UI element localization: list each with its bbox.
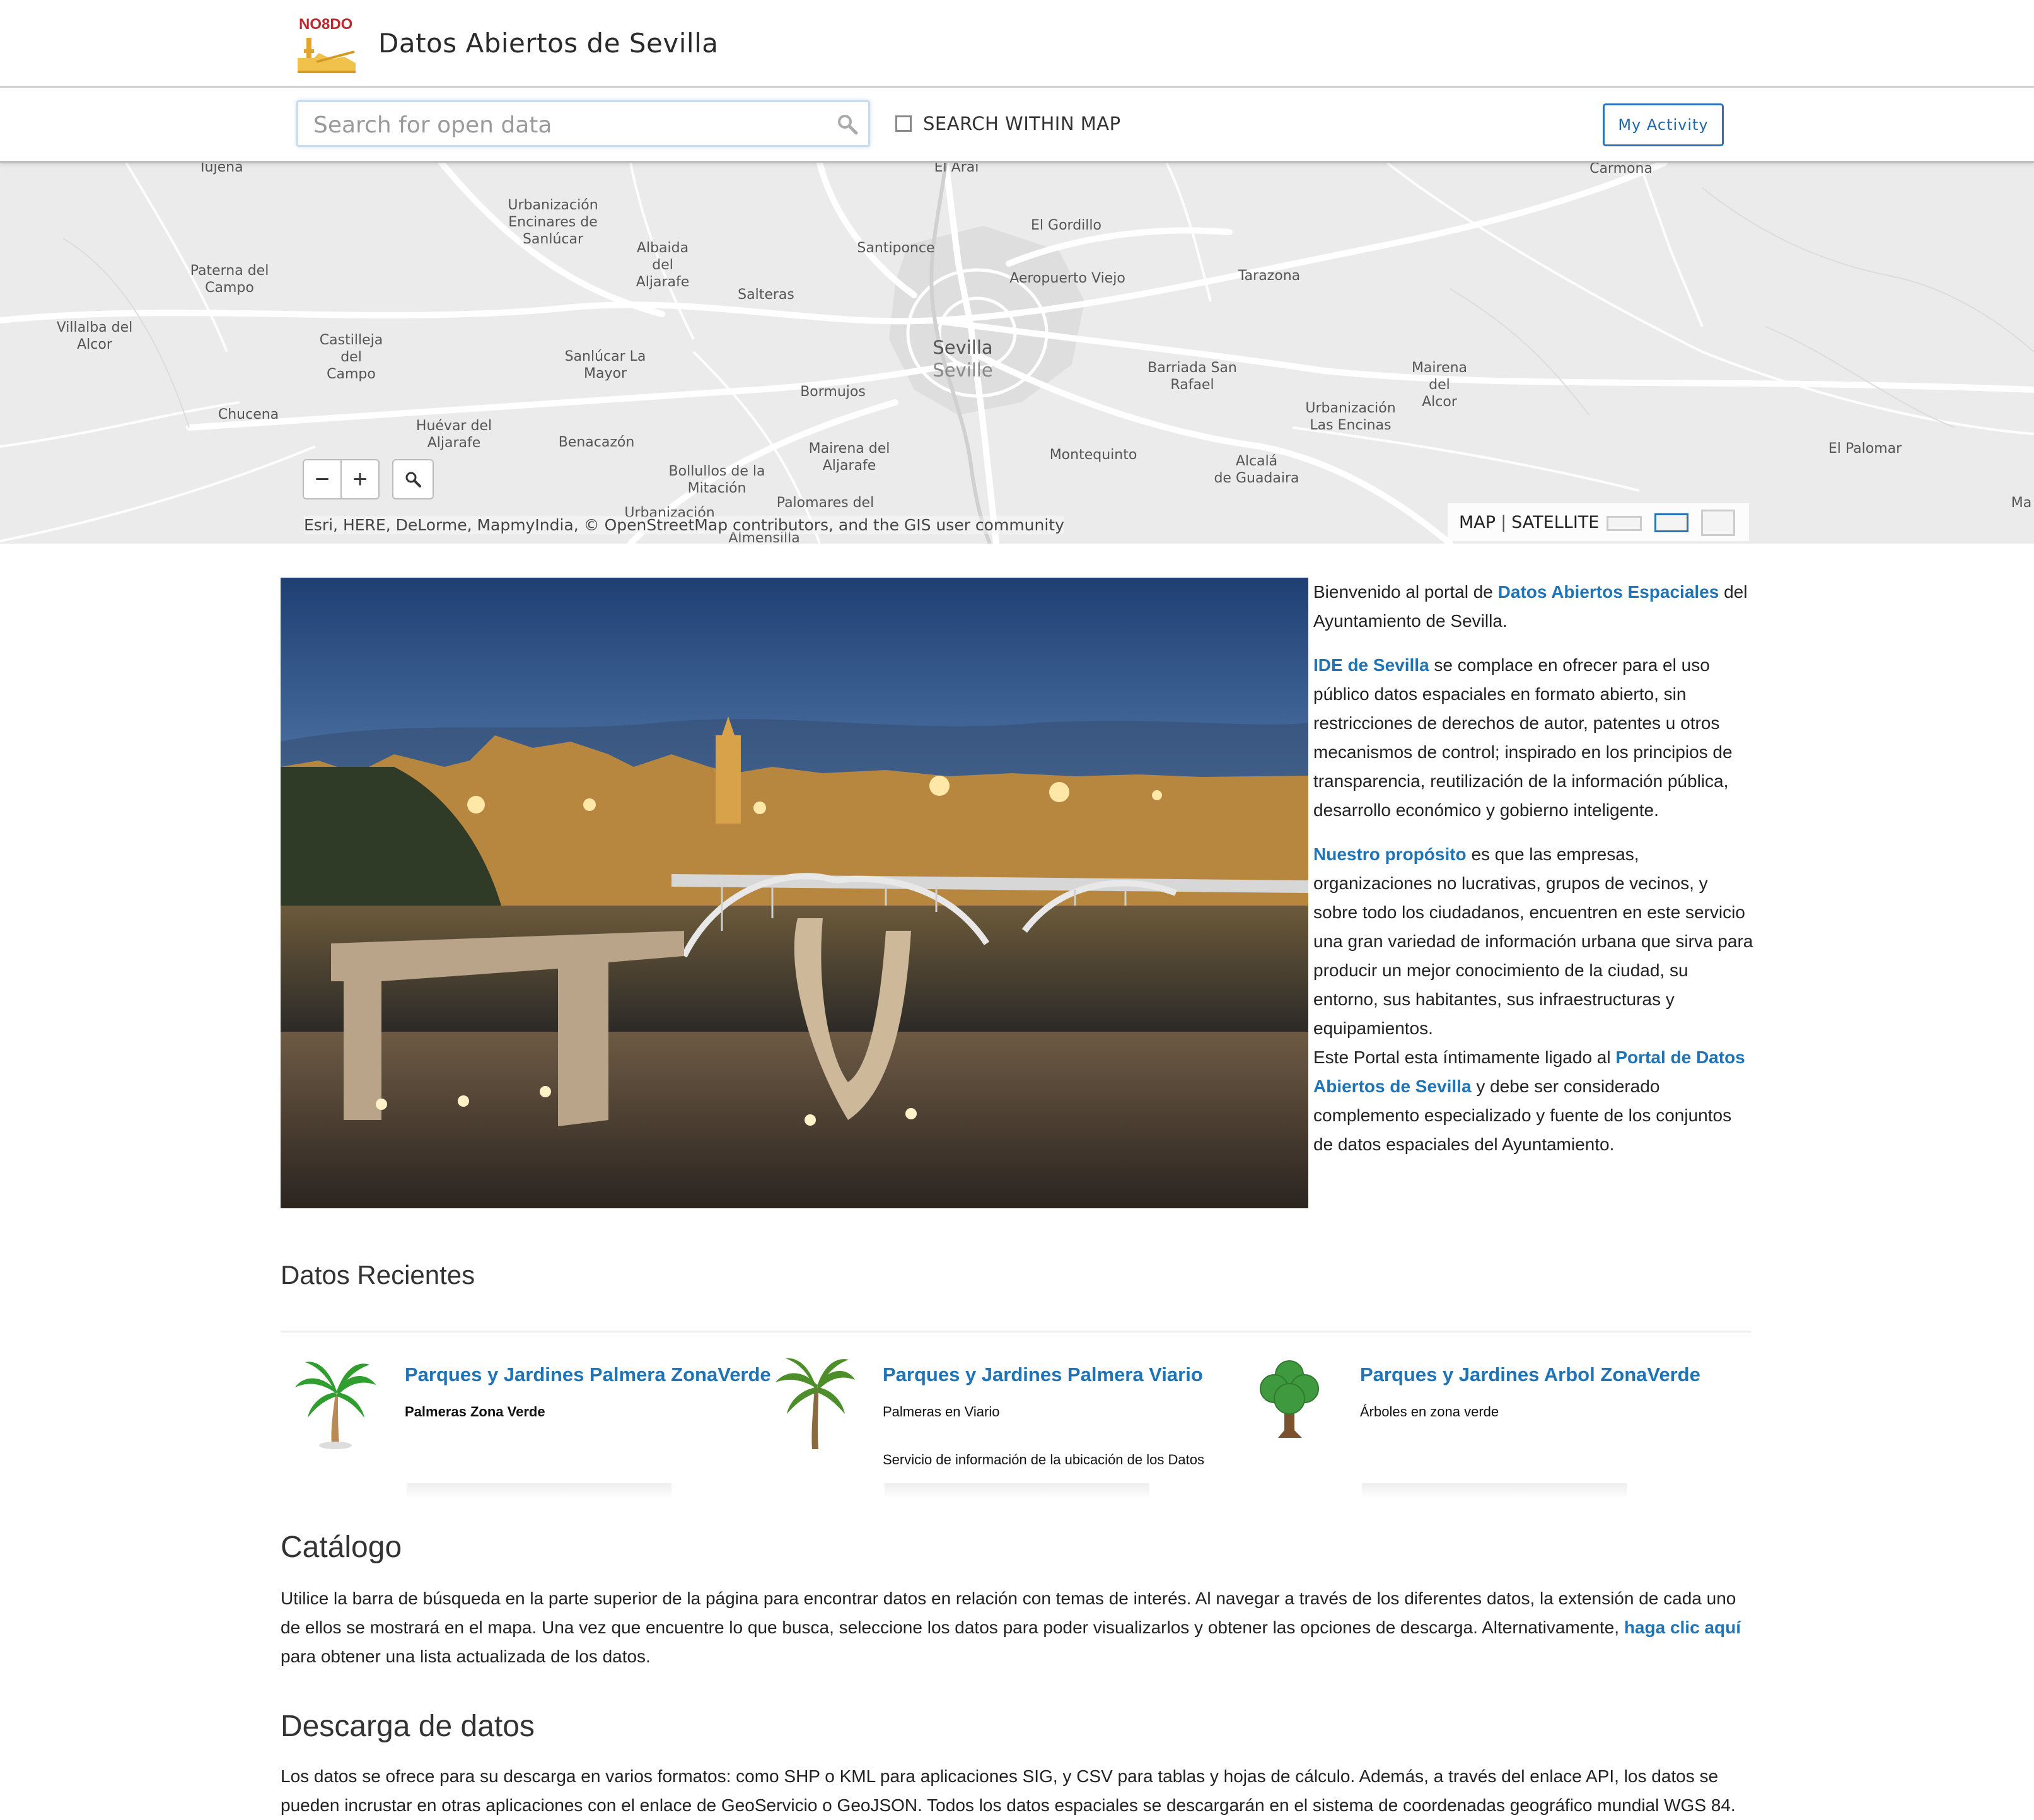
map-city-label-en: Seville (933, 359, 993, 381)
map-label: Tujena (198, 163, 243, 175)
tree-icon[interactable] (1247, 1356, 1335, 1450)
map-label: Paterna del Campo (190, 263, 269, 296)
recent-item-title[interactable]: Parques y Jardines Palmera Viario (883, 1363, 1203, 1386)
map-label: Chucena (218, 407, 279, 423)
basemap-thumb-gray[interactable] (1607, 516, 1642, 531)
map-label: Salteras (738, 287, 794, 303)
intro-text-span: Bienvenido al portal de (1313, 582, 1498, 602)
basemap-thumb-streets[interactable] (1654, 513, 1688, 532)
map-label: Carmona (1589, 163, 1653, 177)
recent-item-subtitle: Palmeras en Viario (883, 1404, 1000, 1420)
basemap-map-toggle[interactable]: MAP (1459, 513, 1496, 532)
map-label: Mairena del Alcor (1411, 360, 1468, 410)
intro-paragraph: IDE de Sevilla se complace en ofrecer pa… (1313, 651, 1755, 825)
nuestro-proposito-link[interactable]: Nuestro propósito (1313, 844, 1467, 864)
basemap-separator: | (1501, 512, 1507, 532)
search-input[interactable] (312, 108, 819, 141)
intro-paragraph: Bienvenido al portal de Datos Abiertos E… (1313, 578, 1755, 636)
fade-overlay (1362, 1483, 1627, 1498)
intro-text: Bienvenido al portal de Datos Abiertos E… (1313, 578, 1755, 1174)
catalog-text: Utilice la barra de búsqueda en la parte… (281, 1584, 1756, 1671)
search-box (296, 100, 870, 147)
palm-tree-icon[interactable] (769, 1356, 857, 1450)
intro-paragraph: Nuestro propósito es que las empresas, o… (1313, 840, 1755, 1043)
recent-item-title[interactable]: Parques y Jardines Palmera ZonaVerde (405, 1363, 771, 1386)
map-label: Huévar del Aljarafe (416, 418, 492, 451)
map-label: El Palomar (1828, 441, 1902, 457)
map-label: Santiponce (857, 240, 935, 256)
map-label: Tarazona (1238, 268, 1301, 284)
basemap-toggle: MAP | SATELLITE (1448, 503, 1749, 541)
no8do-logo-icon[interactable]: NO8DO (294, 13, 359, 76)
site-title[interactable]: Datos Abiertos de Sevilla (378, 28, 719, 59)
map-label: Sanlúcar La Mayor (564, 349, 646, 382)
recent-item-description: Servicio de información de la ubicación … (883, 1452, 1204, 1467)
map-label: Urbanización Encinares de Sanlúcar (508, 197, 598, 247)
fade-overlay (407, 1483, 671, 1498)
map-label: El Gordillo (1031, 218, 1101, 233)
basemap-satellite-toggle[interactable]: SATELLITE (1511, 513, 1599, 532)
search-within-map-checkbox[interactable] (895, 115, 912, 132)
ide-sevilla-link[interactable]: IDE de Sevilla (1313, 655, 1429, 675)
recent-item-title[interactable]: Parques y Jardines Arbol ZonaVerde (1360, 1363, 1700, 1386)
map-label: Villalba del Alcor (56, 320, 133, 353)
my-activity-button[interactable]: My Activity (1603, 103, 1724, 146)
fade-overlay (885, 1483, 1149, 1498)
map-view[interactable]: Tujena Urbanización Encinares de Sanlúca… (0, 163, 2034, 544)
map-label: Alcalá de Guadaira (1214, 453, 1299, 486)
map-label: Montequinto (1049, 447, 1137, 463)
map-attribution: Esri, HERE, DeLorme, MapmyIndia, © OpenS… (304, 516, 1064, 534)
map-label: Mairena del Aljarafe (808, 441, 890, 474)
map-label: Albaida del Aljarafe (636, 240, 690, 290)
search-within-map-label[interactable]: SEARCH WITHIN MAP (923, 113, 1121, 134)
intro-text-span: es que las empresas, organizaciones no l… (1313, 844, 1753, 1038)
map-label: Bormujos (800, 384, 866, 400)
zoom-in-button[interactable]: + (342, 460, 378, 498)
divider (281, 1331, 1751, 1333)
datos-abiertos-espaciales-link[interactable]: Datos Abiertos Espaciales (1498, 582, 1719, 602)
recent-item-subtitle: Palmeras Zona Verde (405, 1404, 545, 1420)
seville-bridge-photo (281, 578, 1308, 1208)
download-heading: Descarga de datos (281, 1710, 535, 1743)
map-label: Barriada San Rafael (1148, 360, 1237, 393)
map-search-button[interactable] (392, 459, 434, 499)
logo-text: NO8DO (299, 16, 352, 33)
search-within-map[interactable]: SEARCH WITHIN MAP (895, 113, 1121, 134)
catalog-list-link[interactable]: haga clic aquí (1624, 1618, 1741, 1637)
catalog-text-span: para obtener una lista actualizada de lo… (281, 1647, 651, 1666)
search-icon[interactable] (837, 114, 858, 135)
map-label: Palomares del (776, 495, 875, 511)
map-label: Castilleja del Campo (319, 332, 383, 382)
download-text: Los datos se ofrece para su descarga en … (281, 1766, 1736, 1815)
intro-text-span: Este Portal esta íntimamente ligado al (1313, 1047, 1616, 1067)
recent-data-heading: Datos Recientes (281, 1260, 475, 1290)
zoom-control: − + (303, 459, 380, 499)
map-label: Urbanización Las Encinas (1305, 400, 1396, 433)
palm-tree-icon[interactable] (291, 1356, 380, 1450)
map-label: Ma (2011, 495, 2032, 511)
recent-item-subtitle: Árboles en zona verde (1360, 1404, 1499, 1420)
magnifier-icon (405, 472, 421, 487)
search-bar: SEARCH WITHIN MAP My Activity (0, 88, 2034, 163)
zoom-out-button[interactable]: − (304, 460, 342, 498)
site-header: NO8DO Datos Abiertos de Sevilla (0, 0, 2034, 88)
basemap-thumb-satellite[interactable] (1701, 510, 1735, 536)
intro-paragraph: Este Portal esta íntimamente ligado al P… (1313, 1043, 1755, 1159)
catalog-heading: Catálogo (281, 1531, 402, 1564)
catalog-text-span: Utilice la barra de búsqueda en la parte… (281, 1589, 1736, 1637)
map-label: El Arai (934, 163, 979, 175)
map-label: Aeropuerto Viejo (1009, 271, 1125, 286)
map-city-label: Sevilla (933, 337, 993, 358)
intro-text-span: se complace en ofrecer para el uso públi… (1313, 655, 1733, 820)
map-label: Benacazón (558, 435, 635, 450)
map-label: Bollullos de la Mitación (668, 464, 765, 496)
